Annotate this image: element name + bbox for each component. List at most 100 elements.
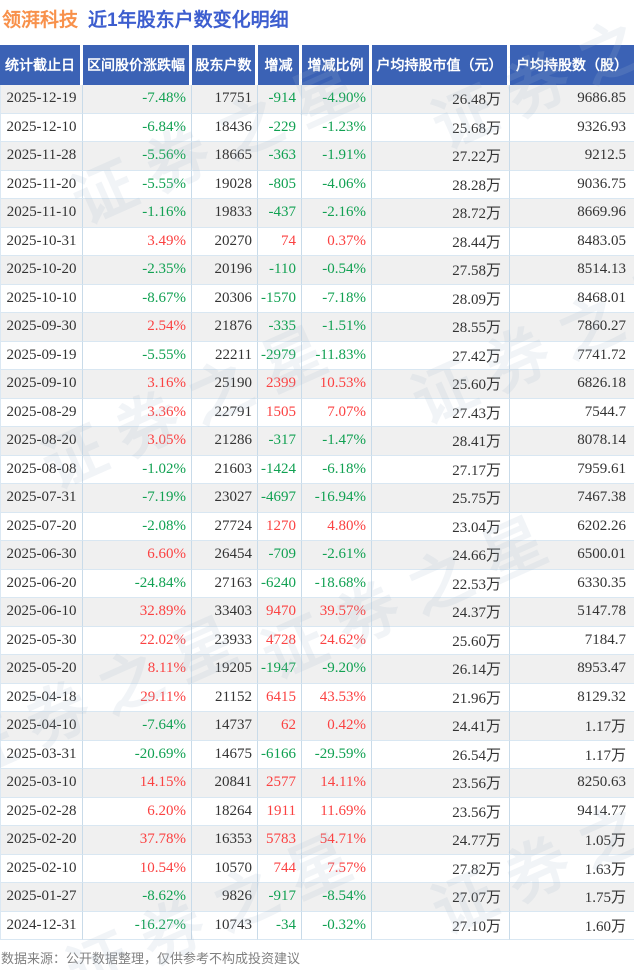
date-cell: 2025-03-31 — [0, 740, 83, 769]
holders-cell: 21603 — [192, 455, 258, 484]
date-cell: 2025-01-27 — [0, 883, 83, 912]
table-row: 2025-04-10 -7.64% 14737 62 0.42% 24.41万 1.17万 — [0, 712, 634, 741]
table-row: 2025-08-08 -1.02% 21603 -1424 -6.18% 27.17万 79… — [0, 455, 634, 484]
avg-shares-cell: 7184.7 — [510, 626, 634, 655]
delta-cell: -229 — [258, 113, 302, 142]
avg-value-cell: 23.56万 — [372, 797, 510, 826]
delta-pct-cell: -2.61% — [302, 541, 372, 570]
avg-value-cell: 28.44万 — [372, 227, 510, 256]
date-cell: 2025-07-20 — [0, 512, 83, 541]
avg-value-cell: 27.43万 — [372, 398, 510, 427]
delta-pct-cell: -2.16% — [302, 199, 372, 228]
delta-pct-cell: 0.42% — [302, 712, 372, 741]
avg-shares-cell: 9414.77 — [510, 797, 634, 826]
avg-shares-cell: 7959.61 — [510, 455, 634, 484]
holders-cell: 27163 — [192, 569, 258, 598]
delta-cell: 62 — [258, 712, 302, 741]
table-row: 2025-02-10 10.54% 10570 744 7.57% 27.82万 1.63万 — [0, 854, 634, 883]
price-change-cell: -16.27% — [83, 911, 192, 940]
holders-cell: 20841 — [192, 769, 258, 798]
price-change-cell: -6.84% — [83, 113, 192, 142]
date-cell: 2025-12-19 — [0, 85, 83, 114]
delta-cell: -1947 — [258, 655, 302, 684]
report-subtitle: 近1年股东户数变化明细 — [88, 10, 289, 31]
avg-value-cell: 23.04万 — [372, 512, 510, 541]
avg-value-cell: 25.75万 — [372, 484, 510, 513]
delta-cell: -805 — [258, 170, 302, 199]
price-change-cell: 22.02% — [83, 626, 192, 655]
avg-shares-cell: 7741.72 — [510, 341, 634, 370]
holders-cell: 20270 — [192, 227, 258, 256]
avg-value-cell: 28.55万 — [372, 313, 510, 342]
avg-shares-cell: 8129.32 — [510, 683, 634, 712]
table-row: 2025-03-10 14.15% 20841 2577 14.11% 23.56万 825… — [0, 769, 634, 798]
table-row: 2025-12-19 -7.48% 17751 -914 -4.90% 26.48万 968… — [0, 85, 634, 114]
avg-shares-cell: 9686.85 — [510, 85, 634, 114]
delta-pct-cell: 4.80% — [302, 512, 372, 541]
column-header-avg-value: 户均持股市值（元） — [372, 45, 510, 85]
table-row: 2025-02-28 6.20% 18264 1911 11.69% 23.56万 9414… — [0, 797, 634, 826]
avg-shares-cell: 7467.38 — [510, 484, 634, 513]
table-row: 2025-09-10 3.16% 25190 2399 10.53% 25.60万 6826… — [0, 370, 634, 399]
holders-cell: 17751 — [192, 85, 258, 114]
avg-shares-cell: 8250.63 — [510, 769, 634, 798]
table-row: 2025-11-20 -5.55% 19028 -805 -4.06% 28.28万 903… — [0, 170, 634, 199]
delta-pct-cell: 7.57% — [302, 854, 372, 883]
date-cell: 2024-12-31 — [0, 911, 83, 940]
date-cell: 2025-08-20 — [0, 427, 83, 456]
holders-cell: 21152 — [192, 683, 258, 712]
avg-value-cell: 27.22万 — [372, 142, 510, 171]
date-cell: 2025-07-31 — [0, 484, 83, 513]
table-row: 2025-08-20 3.05% 21286 -317 -1.47% 28.41万 8078… — [0, 427, 634, 456]
avg-shares-cell: 9036.75 — [510, 170, 634, 199]
price-change-cell: -7.19% — [83, 484, 192, 513]
table-row: 2025-11-10 -1.16% 19833 -437 -2.16% 28.72万 866… — [0, 199, 634, 228]
date-cell: 2025-12-10 — [0, 113, 83, 142]
price-change-cell: 6.20% — [83, 797, 192, 826]
date-cell: 2025-10-10 — [0, 284, 83, 313]
price-change-cell: 14.15% — [83, 769, 192, 798]
delta-cell: -363 — [258, 142, 302, 171]
delta-cell: 1911 — [258, 797, 302, 826]
holders-cell: 19833 — [192, 199, 258, 228]
table-row: 2025-05-20 8.11% 19205 -1947 -9.20% 26.14万 895… — [0, 655, 634, 684]
date-cell: 2025-02-20 — [0, 826, 83, 855]
table-row: 2025-03-31 -20.69% 14675 -6166 -29.59% 26.54万… — [0, 740, 634, 769]
avg-shares-cell: 6500.01 — [510, 541, 634, 570]
avg-value-cell: 28.72万 — [372, 199, 510, 228]
table-row: 2025-10-31 3.49% 20270 74 0.37% 28.44万 8483.05 — [0, 227, 634, 256]
holders-cell: 23027 — [192, 484, 258, 513]
holders-cell: 19028 — [192, 170, 258, 199]
avg-value-cell: 25.68万 — [372, 113, 510, 142]
holders-cell: 16353 — [192, 826, 258, 855]
avg-shares-cell: 1.17万 — [510, 712, 634, 741]
holders-cell: 25190 — [192, 370, 258, 399]
holders-cell: 22791 — [192, 398, 258, 427]
price-change-cell: 3.05% — [83, 427, 192, 456]
delta-cell: -437 — [258, 199, 302, 228]
price-change-cell: -20.69% — [83, 740, 192, 769]
delta-pct-cell: -1.91% — [302, 142, 372, 171]
avg-value-cell: 22.53万 — [372, 569, 510, 598]
price-change-cell: 29.11% — [83, 683, 192, 712]
date-cell: 2025-10-20 — [0, 256, 83, 285]
table-header: 统计截止日 区间股价涨跌幅 股东户数 增减 增减比例 户均持股市值（元） 户均持股数（股） — [0, 45, 634, 85]
delta-pct-cell: -7.18% — [302, 284, 372, 313]
delta-pct-cell: -8.54% — [302, 883, 372, 912]
table-header-row: 统计截止日 区间股价涨跌幅 股东户数 增减 增减比例 户均持股市值（元） 户均持股数（股） — [0, 45, 634, 85]
date-cell: 2025-08-29 — [0, 398, 83, 427]
table-row: 2025-06-20 -24.84% 27163 -6240 -18.68% 22.53万… — [0, 569, 634, 598]
table-row: 2025-08-29 3.36% 22791 1505 7.07% 27.43万 7544.… — [0, 398, 634, 427]
delta-cell: -1570 — [258, 284, 302, 313]
price-change-cell: -8.67% — [83, 284, 192, 313]
delta-cell: 74 — [258, 227, 302, 256]
delta-cell: 6415 — [258, 683, 302, 712]
holders-cell: 18264 — [192, 797, 258, 826]
avg-value-cell: 27.58万 — [372, 256, 510, 285]
delta-cell: -917 — [258, 883, 302, 912]
avg-value-cell: 25.60万 — [372, 626, 510, 655]
delta-pct-cell: -9.20% — [302, 655, 372, 684]
holders-cell: 18665 — [192, 142, 258, 171]
table-row: 2025-10-10 -8.67% 20306 -1570 -7.18% 28.09万 84… — [0, 284, 634, 313]
delta-cell: -335 — [258, 313, 302, 342]
